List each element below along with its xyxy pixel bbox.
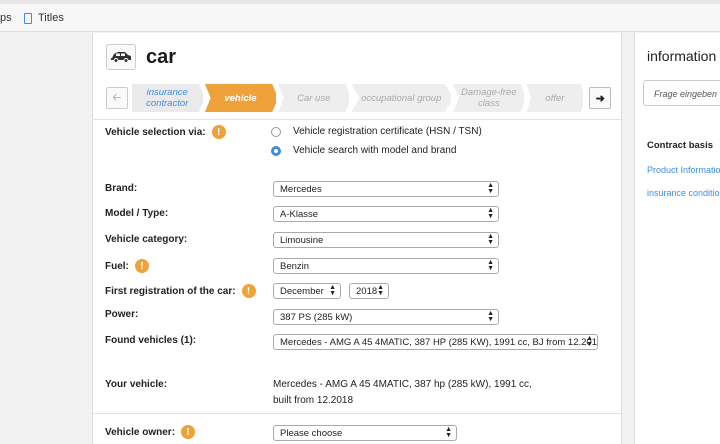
model-select[interactable]: A-Klasse ▲ ▼ <box>273 206 499 222</box>
next-step-button[interactable]: ➜ <box>589 87 611 109</box>
radio-button[interactable] <box>271 126 281 137</box>
select-arrows-icon: ▲ ▼ <box>487 207 494 220</box>
select-arrows-icon: ▲ ▼ <box>487 233 494 246</box>
radio-button-selected[interactable] <box>271 145 281 156</box>
insurance-conditions-link[interactable]: insurance conditions <box>647 188 720 198</box>
info-icon[interactable]: ! <box>211 125 226 139</box>
fuel-label: Fuel: ! <box>105 259 149 273</box>
radio-hsn-tsn[interactable]: Vehicle registration certificate (HSN / … <box>271 126 482 137</box>
registration-label: First registration of the car: ! <box>105 284 256 298</box>
select-arrows-icon: ▲ ▼ <box>487 259 494 272</box>
bookmark-titles[interactable]: Titles <box>24 12 64 24</box>
brand-value: Mercedes <box>280 183 322 195</box>
car-icon <box>106 44 136 70</box>
bookmark-apps[interactable]: ps <box>0 12 12 24</box>
bookmark-titles-label: Titles <box>38 12 64 24</box>
product-information-link[interactable]: Product Information <box>647 165 720 175</box>
selection-label: Vehicle selection via: ! <box>105 125 226 139</box>
select-arrows-icon: ▲ ▼ <box>487 310 494 323</box>
category-value: Limousine <box>280 234 324 246</box>
select-arrows-icon: ▲ ▼ <box>586 335 593 348</box>
info-icon[interactable]: ! <box>181 425 196 439</box>
found-vehicles-select[interactable]: Mercedes - AMG A 45 4MATIC, 387 HP (285 … <box>273 334 598 350</box>
found-vehicles-label: Found vehicles (1): <box>105 335 197 346</box>
your-vehicle-line2: built from 12.2018 <box>273 395 354 406</box>
wizard-steps: 🡠 insurance contractor vehicle Car use o… <box>106 83 611 113</box>
select-arrows-icon: ▲ ▼ <box>329 284 336 297</box>
arrow-left-icon: 🡠 <box>112 91 122 104</box>
registration-year-value: 2018 <box>356 285 378 297</box>
step-occupational-group[interactable]: occupational group <box>351 84 454 112</box>
power-label: Power: <box>105 309 139 320</box>
your-vehicle-label: Your vehicle: <box>105 379 168 390</box>
found-vehicles-value: Mercedes - AMG A 45 4MATIC, 387 HP (285 … <box>280 336 598 348</box>
fuel-select[interactable]: Benzin ▲ ▼ <box>273 258 499 274</box>
brand-label: Brand: <box>105 183 138 194</box>
main-card: car 🡠 insurance contractor vehicle Car u… <box>92 33 623 444</box>
registration-month-select[interactable]: December ▲ ▼ <box>273 283 341 299</box>
fuel-value: Benzin <box>280 260 310 272</box>
power-select[interactable]: 387 PS (285 kW) ▲ ▼ <box>273 309 499 325</box>
bookmark-page-icon <box>24 12 32 24</box>
radio-model-brand[interactable]: Vehicle search with model and brand <box>271 145 456 156</box>
divider <box>93 413 623 414</box>
power-value: 387 PS (285 kW) <box>280 311 353 323</box>
information-panel: information Frage eingeben Contract basi… <box>634 33 720 444</box>
step-vehicle[interactable]: vehicle <box>204 84 279 112</box>
info-icon[interactable]: ! <box>241 284 256 298</box>
your-vehicle-description: Mercedes - AMG A 45 4MATIC, 387 hp (285 … <box>273 377 532 409</box>
owner-select[interactable]: Please choose ▲ ▼ <box>273 425 457 441</box>
divider <box>93 119 623 120</box>
owner-value: Please choose <box>280 427 343 439</box>
bookmarks-bar: ps Titles <box>0 4 720 32</box>
category-label: Vehicle category: <box>105 234 188 245</box>
registration-label-text: First registration of the car: <box>105 285 236 297</box>
prev-step-button[interactable]: 🡠 <box>106 87 128 109</box>
brand-select[interactable]: Mercedes ▲ ▼ <box>273 181 499 197</box>
select-arrows-icon: ▲ ▼ <box>377 284 384 297</box>
arrow-right-icon: ➜ <box>595 92 605 105</box>
fuel-label-text: Fuel: <box>105 260 129 272</box>
owner-label-text: Vehicle owner: <box>105 426 176 438</box>
model-label: Model / Type: <box>105 208 169 219</box>
category-select[interactable]: Limousine ▲ ▼ <box>273 232 499 248</box>
contract-basis-title: Contract basis <box>647 140 713 151</box>
step-offer[interactable]: offer <box>526 84 586 112</box>
owner-label: Vehicle owner: ! <box>105 425 196 439</box>
select-arrows-icon: ▲ ▼ <box>445 426 452 439</box>
registration-month-value: December <box>280 285 324 297</box>
select-arrows-icon: ▲ ▼ <box>487 182 494 195</box>
your-vehicle-line1: Mercedes - AMG A 45 4MATIC, 387 hp (285 … <box>273 379 532 390</box>
step-car-use[interactable]: Car use <box>278 84 352 112</box>
information-title: information <box>647 48 717 64</box>
step-damage-free-class[interactable]: Damage-free class <box>453 84 527 112</box>
info-icon[interactable]: ! <box>134 259 149 273</box>
question-input[interactable]: Frage eingeben <box>643 80 720 106</box>
model-value: A-Klasse <box>280 208 319 220</box>
step-insurance-contractor[interactable]: insurance contractor <box>131 84 205 112</box>
steps-track: insurance contractor vehicle Car use occ… <box>131 84 586 112</box>
registration-year-select[interactable]: 2018 ▲ ▼ <box>349 283 389 299</box>
page-title: car <box>146 45 177 68</box>
page-header: car <box>106 42 176 72</box>
selection-label-text: Vehicle selection via: <box>105 126 206 138</box>
radio-hsn-tsn-label: Vehicle registration certificate (HSN / … <box>293 126 482 137</box>
radio-model-brand-label: Vehicle search with model and brand <box>293 145 457 156</box>
